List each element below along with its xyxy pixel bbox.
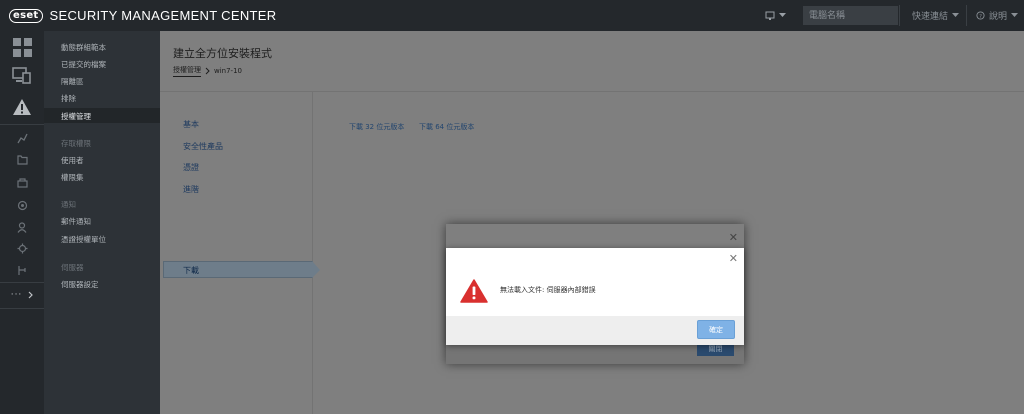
status-icon[interactable] xyxy=(0,263,44,277)
more-icon: ··· xyxy=(10,290,23,300)
subnav-item-users[interactable]: 使用者 xyxy=(61,155,84,166)
rail-divider xyxy=(0,124,44,125)
eset-logo: eset SECURITY MANAGEMENT CENTER xyxy=(0,8,276,23)
subnav-item-submitted-files[interactable]: 已提交的檔案 xyxy=(61,59,106,70)
subnav-item-server-settings[interactable]: 伺服器設定 xyxy=(61,279,99,290)
error-dialog: ✕ 無法載入文件: 伺服器內部錯誤 確定 xyxy=(446,248,744,345)
help-menu[interactable]: ? 說明 xyxy=(976,9,1019,22)
active-step-arrow xyxy=(312,261,320,278)
rail-divider xyxy=(0,282,44,283)
warning-icon xyxy=(460,279,488,303)
subnav-item-permission-sets[interactable]: 權限集 xyxy=(61,172,84,183)
more-menu-toggle[interactable]: ··· xyxy=(0,288,44,302)
subnav-item-email-notifications[interactable]: 郵件通知 xyxy=(61,216,91,227)
step-security-product[interactable]: 安全性產品 xyxy=(183,141,223,152)
breadcrumb-current: win7-10 xyxy=(214,67,242,75)
chevron-down-icon xyxy=(1011,13,1019,17)
chevron-down-icon xyxy=(779,13,786,17)
step-download[interactable]: 下載 xyxy=(183,265,199,276)
top-bar: eset SECURITY MANAGEMENT CENTER 快速連結 ? 說… xyxy=(0,0,1024,31)
chevron-right-icon xyxy=(28,291,34,299)
computers-icon[interactable] xyxy=(0,64,44,86)
rail-divider xyxy=(0,308,44,309)
step-certificate[interactable]: 憑證 xyxy=(183,162,199,173)
app-window: eset SECURITY MANAGEMENT CENTER 快速連結 ? 說… xyxy=(0,0,1024,414)
chevron-right-icon xyxy=(205,67,210,75)
error-message: 無法載入文件: 伺服器內部錯誤 xyxy=(500,286,596,294)
chevron-down-icon xyxy=(952,13,960,17)
quick-links-menu[interactable]: 快速連結 xyxy=(912,9,960,22)
subnav-item-certificate-authorities[interactable]: 憑證授權單位 xyxy=(61,234,106,245)
settings-subnav: 動態群組範本 已提交的檔案 隔離區 排除 授權管理 存取權限 使用者 權限集 通… xyxy=(44,31,160,414)
subnav-heading-notifications: 通知 xyxy=(61,200,76,209)
help-icon: ? xyxy=(976,11,985,20)
close-icon[interactable]: ✕ xyxy=(729,231,738,244)
app-title: SECURITY MANAGEMENT CENTER xyxy=(49,8,277,23)
step-advanced[interactable]: 進階 xyxy=(183,184,199,195)
subnav-item-quarantine[interactable]: 隔離區 xyxy=(61,76,84,87)
svg-text:?: ? xyxy=(979,14,982,20)
tasks-icon[interactable] xyxy=(0,153,44,167)
logo-mark: eset xyxy=(9,8,43,23)
subnav-item-dynamic-group-templates[interactable]: 動態群組範本 xyxy=(61,42,106,53)
page-title: 建立全方位安裝程式 xyxy=(173,47,272,60)
user-icon[interactable] xyxy=(0,220,44,234)
reports-icon[interactable] xyxy=(0,131,44,145)
dashboard-icon[interactable] xyxy=(0,36,44,58)
breadcrumb-link[interactable]: 授權管理 xyxy=(173,65,201,77)
download-64bit-link[interactable]: 下載 64 位元版本 xyxy=(419,122,474,132)
installers-icon[interactable] xyxy=(0,176,44,190)
top-divider xyxy=(966,5,967,26)
wizard-steps: 基本 安全性產品 憑證 進階 下載 xyxy=(160,92,320,414)
icon-rail: ··· xyxy=(0,31,44,414)
computer-icon xyxy=(765,11,775,20)
quick-links-label: 快速連結 xyxy=(912,12,949,22)
download-32bit-link[interactable]: 下載 32 位元版本 xyxy=(349,122,404,132)
alert-icon[interactable] xyxy=(0,95,44,119)
subnav-item-exclusions[interactable]: 排除 xyxy=(61,93,76,104)
subnav-heading-access-rights: 存取權限 xyxy=(61,139,91,148)
policies-icon[interactable] xyxy=(0,198,44,212)
ok-button[interactable]: 確定 xyxy=(697,320,735,339)
close-icon[interactable]: ✕ xyxy=(729,252,738,265)
notifications-icon[interactable] xyxy=(0,241,44,255)
breadcrumb: 授權管理 win7-10 xyxy=(173,65,242,77)
top-divider xyxy=(899,5,900,26)
subnav-item-license-management[interactable]: 授權管理 xyxy=(61,111,91,122)
search-area xyxy=(765,6,898,25)
help-label: 說明 xyxy=(989,12,1008,22)
step-basic[interactable]: 基本 xyxy=(183,119,199,130)
search-type-dropdown[interactable] xyxy=(765,11,803,21)
subnav-heading-server: 伺服器 xyxy=(61,263,84,272)
search-input[interactable] xyxy=(803,6,898,25)
